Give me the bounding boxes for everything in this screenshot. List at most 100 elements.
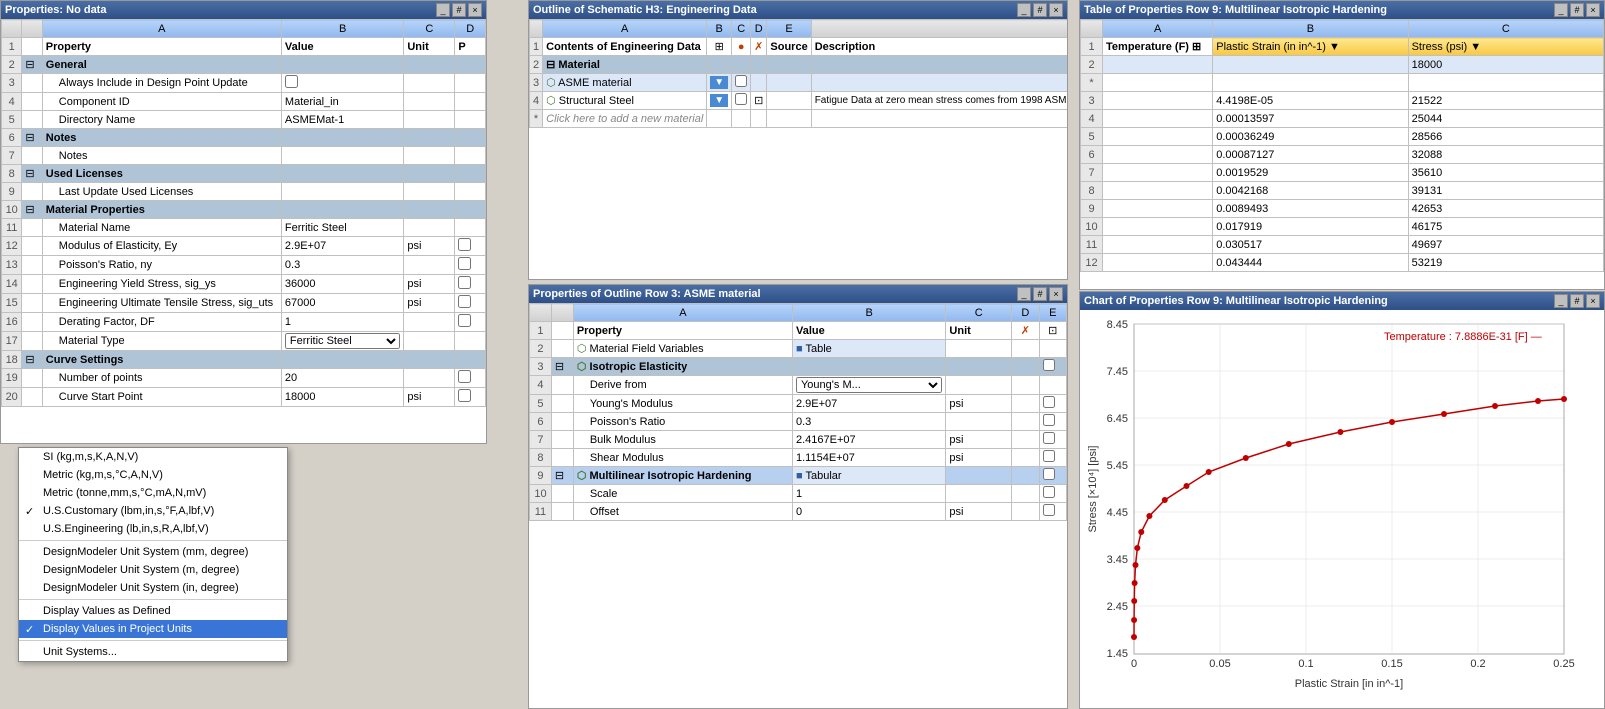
col-e-header: E [767,20,811,38]
col-b-header: B [281,20,403,38]
table-row: 10 Scale 1 [530,485,1067,503]
material-type-dropdown[interactable]: Ferritic Steel [285,333,400,349]
dropdown-item-display-as-defined[interactable]: Display Values as Defined [19,602,287,620]
col-expand-header [22,20,42,38]
svg-text:Temperature : 7.8886E-31 [F] —: Temperature : 7.8886E-31 [F] — [1384,331,1542,343]
checkbox-steel[interactable] [735,93,747,105]
properties-panel: Properties: No data _ # × A B [0,0,487,444]
close-button[interactable]: × [468,3,482,17]
dropdown-item-unit-systems[interactable]: Unit Systems... [19,643,287,661]
table-row: 3 ⬡ ASME material ▼ [530,74,1068,92]
table-properties-panel-title: Table of Properties Row 9: Multilinear I… [1084,4,1387,16]
checkbox-16[interactable] [458,314,471,327]
pin-button[interactable]: # [1570,3,1584,17]
table-row: 1 Temperature (F) ⊞ Plastic Strain (in i… [1081,38,1604,56]
checkbox-ym[interactable] [1043,396,1055,408]
checkbox-pr[interactable] [1043,414,1055,426]
svg-text:Plastic Strain [in in^-1]: Plastic Strain [in in^-1] [1295,678,1403,690]
asme-dropdown-btn[interactable]: ▼ [710,76,728,89]
table-row: 4 Component ID Material_in [2,93,486,111]
outline-table: A B C D E 1 Contents of Engineering Data… [529,19,1067,128]
data-point [1561,396,1567,402]
minimize-button[interactable]: _ [1017,3,1031,17]
svg-text:5.45: 5.45 [1107,460,1128,472]
chart-svg: 8.45 7.45 6.45 5.45 4.45 3.45 2.45 1.45 … [1084,314,1590,704]
col-a-header: A [42,20,281,38]
row-num-header [2,20,22,38]
checkbox-scale[interactable] [1043,486,1055,498]
svg-text:6.45: 6.45 [1107,413,1128,425]
table-properties-table: A B C 1 Temperature (F) ⊞ Plastic Strain… [1080,19,1604,272]
pin-button[interactable]: # [1033,287,1047,301]
checkbox-mih[interactable] [1043,468,1055,480]
checkbox-15[interactable] [458,295,471,308]
checkbox-19[interactable] [458,370,471,383]
minimize-button[interactable]: _ [1554,3,1568,17]
table-row: 3 Always Include in Design Point Update [2,74,486,93]
chart-area: 8.45 7.45 6.45 5.45 4.45 3.45 2.45 1.45 … [1080,310,1604,708]
checkbox-13[interactable] [458,257,471,270]
table-row: 9 Last Update Used Licenses [2,183,486,201]
table-row: 3 4.4198E-05 21522 [1081,92,1604,110]
data-point [1184,483,1190,489]
checkbox-iso[interactable] [1043,359,1055,371]
table-row[interactable]: * Click here to add a new material [530,110,1068,128]
table-row: 16 Derating Factor, DF 1 [2,313,486,332]
steel-dropdown-btn[interactable]: ▼ [710,94,728,107]
dropdown-item-dm-in[interactable]: DesignModeler Unit System (in, degree) [19,579,287,597]
table-row: 2 ⊟ General [2,56,486,74]
close-button[interactable]: × [1586,3,1600,17]
pin-button[interactable]: # [452,3,466,17]
derive-from-dropdown[interactable]: Young's M... [796,377,942,393]
outline-panel-title: Outline of Schematic H3: Engineering Dat… [533,4,757,16]
checkbox-20[interactable] [458,389,471,402]
checkbox-asme[interactable] [735,75,747,87]
table-row: 2 ⬡ Material Field Variables ■ Table [530,340,1067,358]
dropdown-item-si[interactable]: SI (kg,m,s,K,A,N,V) [19,448,287,466]
table-row: 20 Curve Start Point 18000 psi [2,388,486,407]
panel-controls: _ # × [1017,287,1063,301]
table-row: 7 Bulk Modulus 2.4167E+07 psi [530,431,1067,449]
checkbox-14[interactable] [458,276,471,289]
svg-text:8.45: 8.45 [1107,319,1128,331]
dropdown-item-us-customary[interactable]: U.S.Customary (lbm,in,s,°F,A,lbf,V) [19,502,287,520]
table-row: 18 ⊟ Curve Settings [2,351,486,369]
minimize-button[interactable]: _ [1554,294,1568,308]
dropdown-item-dm-m[interactable]: DesignModeler Unit System (m, degree) [19,561,287,579]
dropdown-item-metric2[interactable]: Metric (tonne,mm,s,°C,mA,N,mV) [19,484,287,502]
data-point [1535,398,1541,404]
unit-system-dropdown[interactable]: SI (kg,m,s,K,A,N,V) Metric (kg,m,s,°C,A,… [18,447,288,662]
table-row: 19 Number of points 20 [2,369,486,388]
checkbox-12[interactable] [458,238,471,251]
table-row: 4 0.00013597 25044 [1081,110,1604,128]
svg-text:0.1: 0.1 [1298,658,1313,670]
dropdown-item-display-project-units[interactable]: Display Values in Project Units [19,620,287,638]
checkbox-sm[interactable] [1043,450,1055,462]
table-row: 5 Directory Name ASMEMat-1 [2,111,486,129]
dropdown-item-us-engineering[interactable]: U.S.Engineering (lb,in,s,R,A,lbf,V) [19,520,287,538]
data-point [1131,598,1137,604]
panel-controls: _ # × [1017,3,1063,17]
chart-panel-title: Chart of Properties Row 9: Multilinear I… [1084,295,1388,307]
data-point [1286,441,1292,447]
checkbox-always-include[interactable] [285,75,298,88]
table-row: 10 0.017919 46175 [1081,218,1604,236]
pin-button[interactable]: # [1570,294,1584,308]
checkbox-offset[interactable] [1043,504,1055,516]
dropdown-item-metric1[interactable]: Metric (kg,m,s,°C,A,N,V) [19,466,287,484]
table-row: 6 0.00087127 32088 [1081,146,1604,164]
separator-2 [19,599,287,600]
close-button[interactable]: × [1049,287,1063,301]
chart-panel: Chart of Properties Row 9: Multilinear I… [1079,291,1605,709]
close-button[interactable]: × [1586,294,1600,308]
table-row: 17 Material Type Ferritic Steel [2,332,486,351]
dropdown-item-dm-mm[interactable]: DesignModeler Unit System (mm, degree) [19,543,287,561]
close-button[interactable]: × [1049,3,1063,17]
checkbox-bm[interactable] [1043,432,1055,444]
table-row: 11 Material Name Ferritic Steel [2,219,486,237]
minimize-button[interactable]: _ [1017,287,1031,301]
minimize-button[interactable]: _ [436,3,450,17]
outline-panel-header: Outline of Schematic H3: Engineering Dat… [529,1,1067,19]
pin-button[interactable]: # [1033,3,1047,17]
properties-row3-table: A B C D E 1 Property Value Unit ✗ ⊡ [529,303,1067,521]
